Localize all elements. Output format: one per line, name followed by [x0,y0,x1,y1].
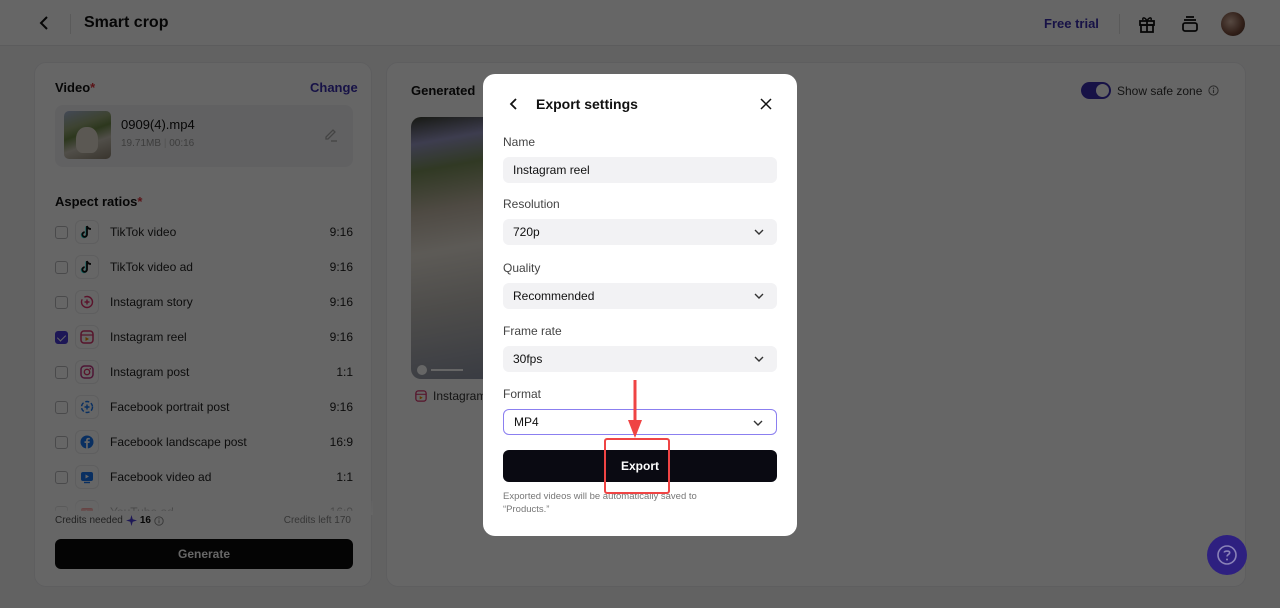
frame-rate-select[interactable]: 30fps [503,346,777,372]
chevron-down-icon [754,229,764,235]
help-icon [1217,545,1237,565]
chevron-down-icon [754,356,764,362]
name-label: Name [503,135,536,149]
help-button[interactable] [1207,535,1247,575]
dialog-title: Export settings [536,96,638,112]
quality-select[interactable]: Recommended [503,283,777,309]
format-label: Format [503,387,542,401]
quality-label: Quality [503,261,541,275]
dialog-close-button[interactable] [757,95,775,113]
close-icon [760,98,772,110]
back-icon [509,98,517,110]
annotation-arrow [628,380,642,438]
annotation-highlight-box [604,438,670,494]
chevron-down-icon [754,293,764,299]
name-input[interactable]: Instagram reel [503,157,777,183]
dialog-back-button[interactable] [505,94,523,114]
resolution-select[interactable]: 720p [503,219,777,245]
chevron-down-icon [753,420,763,426]
frame-rate-label: Frame rate [503,324,562,338]
resolution-label: Resolution [503,197,560,211]
